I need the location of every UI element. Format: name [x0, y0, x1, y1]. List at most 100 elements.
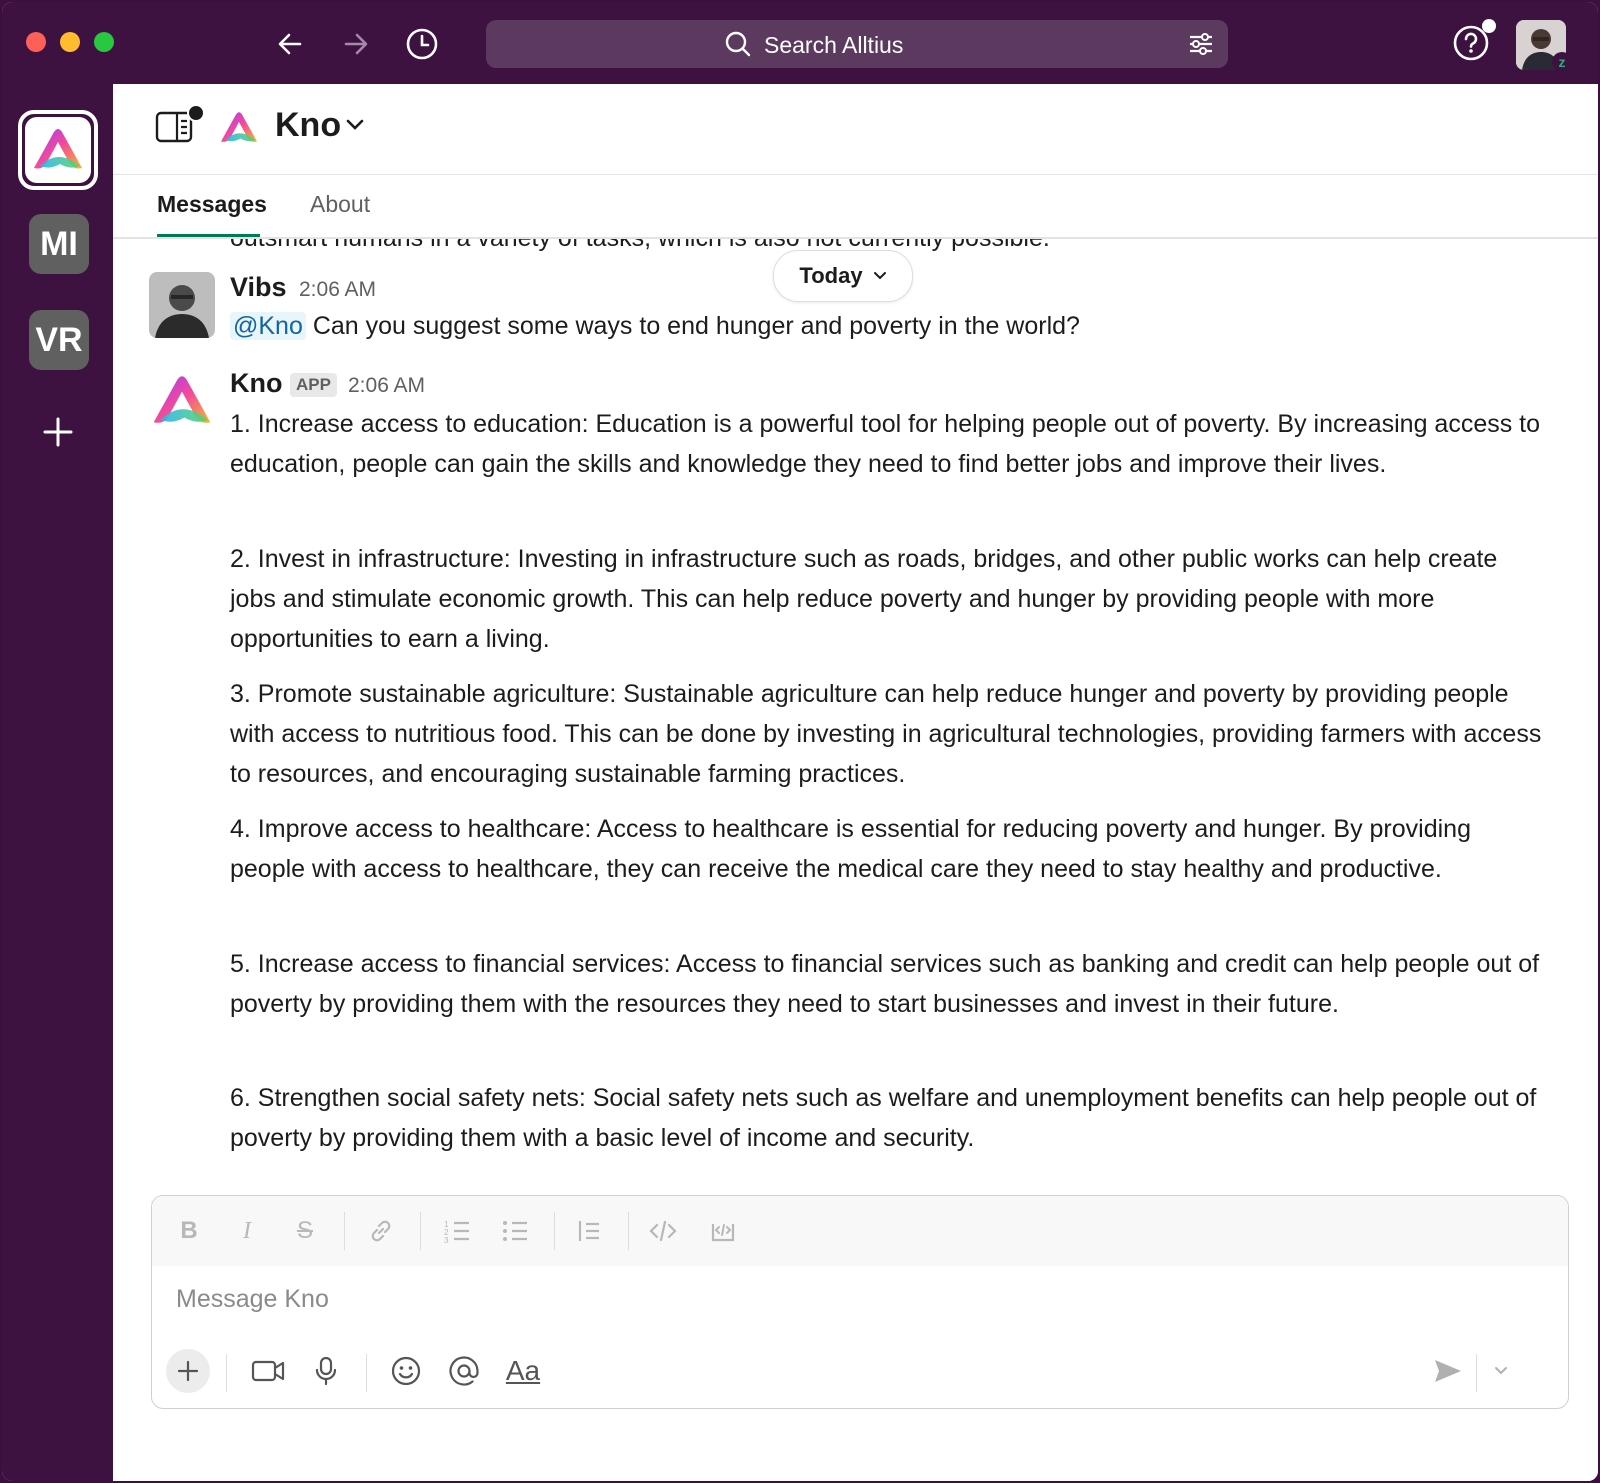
toolbar-divider [554, 1212, 555, 1250]
formatting-toggle-button[interactable]: Aa [502, 1352, 544, 1390]
toolbar-divider [420, 1212, 421, 1250]
message-author[interactable]: Vibs [230, 272, 287, 303]
mention-icon [449, 1356, 479, 1386]
message-paragraph: 1. Increase access to education: Educati… [230, 410, 1541, 478]
date-divider-label: Today [799, 263, 863, 288]
back-arrow-icon [278, 33, 302, 55]
formatting-label: Aa [505, 1355, 541, 1386]
bullet-list-icon [503, 1221, 527, 1241]
format-toolbar: B I S 123 [152, 1196, 1568, 1266]
emoji-button[interactable] [388, 1352, 424, 1390]
message-author[interactable]: Kno [230, 368, 282, 399]
code-icon [649, 1220, 677, 1242]
chevron-down-icon[interactable] [345, 118, 365, 132]
notification-dot [1482, 19, 1496, 33]
message-input[interactable] [174, 1284, 1378, 1315]
user-mention[interactable]: @Kno [230, 312, 306, 340]
kno-logo-icon [34, 129, 82, 169]
video-button[interactable] [248, 1352, 288, 1390]
workspace-vr-label: VR [35, 320, 83, 359]
back-button[interactable] [270, 24, 310, 64]
strikethrough-icon: S [296, 1217, 313, 1244]
mic-icon [315, 1356, 337, 1386]
search-bar[interactable]: Search Alltius [486, 20, 1228, 68]
message-composer: B I S 123 Message Kno Aa [151, 1195, 1569, 1409]
plus-icon [43, 417, 73, 447]
code-block-icon [711, 1224, 735, 1242]
message-paragraph: 4. Improve access to healthcare: Access … [230, 815, 1471, 883]
close-window-button[interactable] [26, 32, 46, 52]
toolbar-divider [628, 1212, 629, 1250]
italic-button[interactable]: I [232, 1216, 262, 1246]
main-pane: Kno Messages About outsmart humans in a … [113, 84, 1598, 1481]
chevron-down-icon [1495, 1367, 1507, 1375]
search-icon [725, 31, 751, 57]
link-icon [371, 1220, 391, 1242]
emoji-icon [391, 1356, 421, 1386]
message-paragraph: 2. Invest in infrastructure: Investing i… [230, 545, 1498, 653]
audio-button[interactable] [308, 1352, 344, 1390]
send-button[interactable] [1430, 1352, 1466, 1390]
active-tab-indicator [157, 234, 260, 237]
add-workspace-button[interactable] [38, 414, 78, 459]
message-time[interactable]: 2:06 AM [348, 374, 425, 398]
italic-icon: I [243, 1217, 251, 1244]
title-bar: Search Alltius z [2, 2, 1598, 84]
kno-logo-icon [221, 112, 257, 142]
message-body: @Kno Can you suggest some ways to end hu… [230, 306, 1550, 347]
ordered-list-button[interactable]: 123 [442, 1216, 472, 1246]
unread-dot [187, 104, 205, 122]
workspace-kno-active[interactable] [18, 110, 98, 190]
bullet-list-button[interactable] [500, 1216, 530, 1246]
chevron-down-icon [873, 272, 886, 280]
blockquote-button[interactable] [574, 1216, 604, 1246]
workspace-mi[interactable]: MI [29, 214, 89, 274]
tab-about[interactable]: About [310, 191, 370, 218]
strikethrough-button[interactable]: S [290, 1216, 320, 1246]
toolbar-divider [226, 1354, 227, 1392]
toolbar-divider [344, 1212, 345, 1250]
history-button[interactable] [402, 24, 442, 64]
channel-name[interactable]: Kno [275, 106, 341, 145]
message-text: Can you suggest some ways to end hunger … [312, 312, 1080, 340]
toolbar-divider [1476, 1354, 1477, 1392]
workspace-mi-label: MI [40, 224, 78, 263]
user-photo-icon [149, 272, 215, 338]
avatar-kno[interactable] [149, 368, 215, 434]
search-label: Search Alltius [764, 32, 904, 58]
app-window: Search Alltius z MI VR Kno Messages Abou… [2, 2, 1598, 1481]
workspace-vr[interactable]: VR [29, 310, 89, 370]
date-divider-button[interactable]: Today [773, 250, 913, 302]
message-paragraph: 5. Increase access to financial services… [230, 950, 1540, 1018]
history-icon [406, 28, 438, 60]
bold-button[interactable]: B [174, 1216, 204, 1246]
bold-icon: B [180, 1217, 198, 1244]
channel-header: Kno [113, 84, 1598, 175]
minimize-window-button[interactable] [60, 32, 80, 52]
message-paragraph: 3. Promote sustainable agriculture: Sust… [230, 680, 1542, 788]
send-options-button[interactable] [1486, 1352, 1516, 1390]
code-block-button[interactable] [708, 1216, 738, 1246]
mention-button[interactable] [446, 1352, 482, 1390]
send-icon [1435, 1360, 1461, 1382]
channel-tabs: Messages About [113, 175, 1598, 239]
toolbar-divider [366, 1354, 367, 1392]
filter-icon[interactable] [1186, 29, 1216, 59]
forward-arrow-icon [344, 33, 368, 55]
forward-button[interactable] [336, 24, 376, 64]
message-paragraph: 6. Strengthen social safety nets: Social… [230, 1084, 1537, 1152]
attach-button[interactable] [166, 1349, 210, 1393]
avatar-vibs[interactable] [149, 272, 215, 338]
workspace-rail: MI VR [2, 84, 113, 1481]
svg-text:3: 3 [444, 1236, 449, 1244]
message-time[interactable]: 2:06 AM [299, 278, 376, 302]
ordered-list-icon: 123 [444, 1220, 469, 1244]
away-status-badge: z [1552, 52, 1572, 72]
zoom-window-button[interactable] [94, 32, 114, 52]
tab-messages[interactable]: Messages [157, 191, 267, 218]
plus-icon [177, 1360, 199, 1382]
video-icon [251, 1360, 285, 1382]
link-button[interactable] [366, 1216, 396, 1246]
code-button[interactable] [648, 1216, 678, 1246]
blockquote-icon [578, 1221, 599, 1241]
